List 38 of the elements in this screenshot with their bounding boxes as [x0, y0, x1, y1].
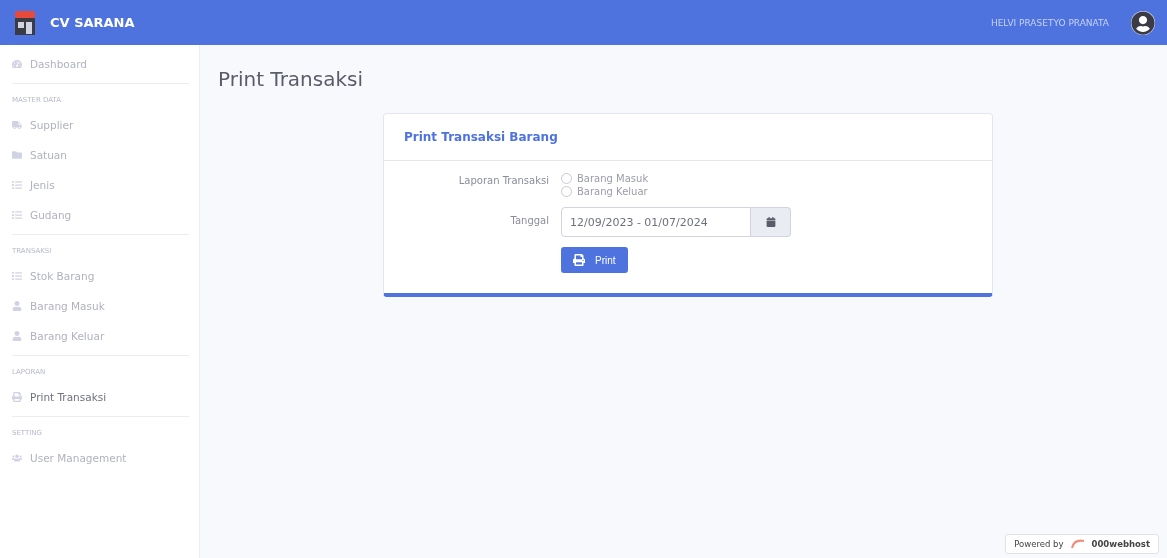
swirl-logo-icon — [1069, 538, 1086, 550]
radio-option[interactable]: Barang Masuk — [561, 173, 972, 184]
field-label: Tanggal — [509, 214, 549, 226]
users-icon — [12, 453, 22, 463]
brand-name: CV SARANA — [50, 15, 135, 30]
list-icon — [12, 210, 22, 220]
list-icon — [12, 180, 22, 190]
sidebar-item[interactable]: Supplier — [12, 110, 189, 140]
sidebar-item[interactable]: User Management — [12, 443, 189, 473]
radio-button[interactable] — [561, 173, 572, 184]
page-title: Print Transaksi — [218, 67, 365, 91]
sidebar-item[interactable]: Print Transaksi — [12, 382, 189, 412]
calendar-icon[interactable] — [751, 207, 791, 237]
sidebar-item[interactable]: Barang Keluar — [12, 321, 189, 351]
sidebar-item[interactable]: Dashboard — [12, 49, 189, 79]
user-icon — [12, 331, 22, 341]
folder-icon — [12, 150, 22, 160]
sidebar-item[interactable]: Jenis — [12, 170, 189, 200]
truck-icon — [12, 120, 22, 130]
list-icon — [12, 271, 22, 281]
radio-option[interactable]: Barang Keluar — [561, 186, 972, 197]
hosting-badge[interactable]: Powered by 000webhost — [1005, 534, 1159, 554]
print-icon — [573, 254, 585, 266]
card-title: Print Transaksi Barang — [384, 114, 992, 161]
radio-button[interactable] — [561, 186, 572, 197]
avatar-icon[interactable] — [1131, 10, 1155, 35]
user-name[interactable]: HELVI PRASETYO PRANATA — [990, 17, 1109, 28]
sidebar-item[interactable]: Satuan — [12, 140, 189, 170]
user-icon — [12, 301, 22, 311]
field-label: Laporan Transaksi — [457, 174, 549, 186]
date-range-field[interactable]: 12/09/2023 - 01/07/2024 — [561, 207, 751, 237]
sidebar-item[interactable]: Barang Masuk — [12, 291, 189, 321]
store-logo-icon — [14, 10, 36, 35]
print-icon — [12, 392, 22, 402]
sidebar-item[interactable]: Stok Barang — [12, 261, 189, 291]
print-button[interactable]: Print — [561, 247, 628, 273]
sidebar-item[interactable]: Gudang — [12, 200, 189, 230]
dashboard-icon — [12, 59, 22, 69]
